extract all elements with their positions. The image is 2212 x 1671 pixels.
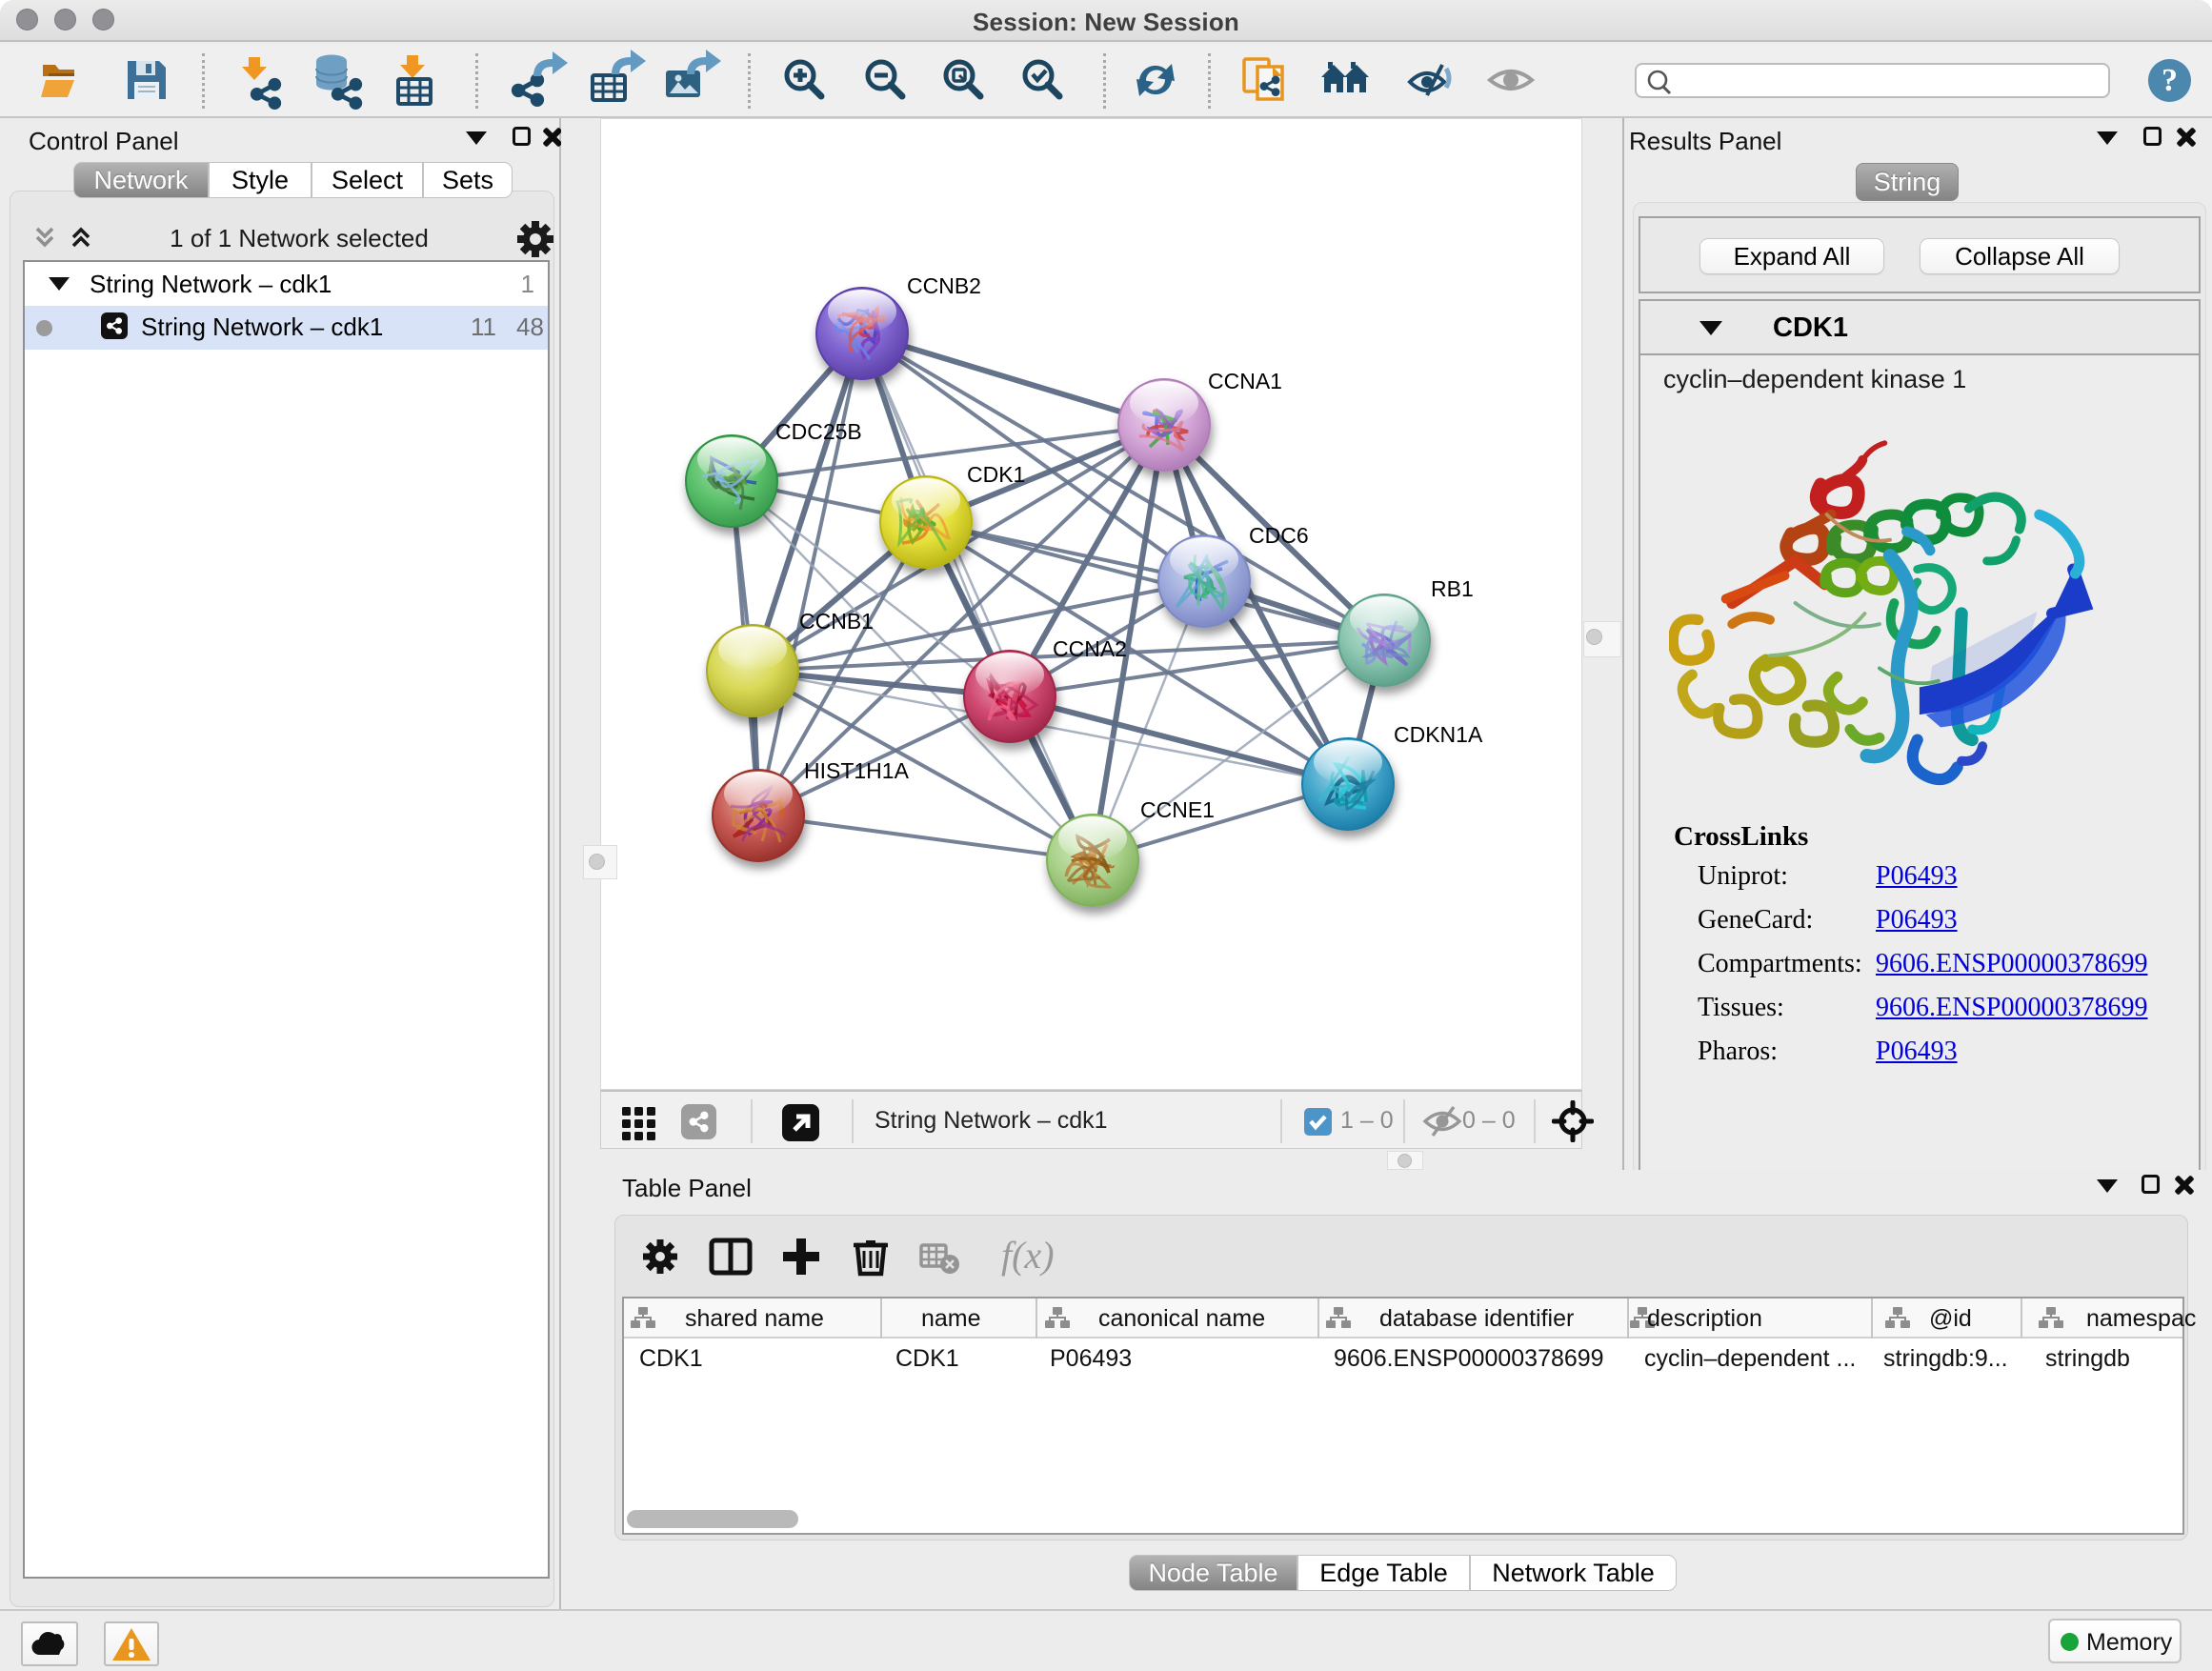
svg-text:CCNA1: CCNA1 xyxy=(1208,369,1282,393)
svg-text:CDC6: CDC6 xyxy=(1249,523,1309,548)
svg-text:CCNB1: CCNB1 xyxy=(799,609,874,634)
svg-text:f(x): f(x) xyxy=(1001,1234,1055,1277)
svg-text:CCNA2: CCNA2 xyxy=(1053,636,1127,661)
svg-text:CDC25B: CDC25B xyxy=(775,419,862,444)
svg-text:CCNE1: CCNE1 xyxy=(1140,797,1215,822)
svg-text:RB1: RB1 xyxy=(1431,576,1474,601)
svg-text:CCNB2: CCNB2 xyxy=(907,273,981,298)
svg-text:CDKN1A: CDKN1A xyxy=(1394,722,1483,747)
svg-text:HIST1H1A: HIST1H1A xyxy=(804,758,910,783)
svg-text:CDK1: CDK1 xyxy=(967,462,1025,487)
